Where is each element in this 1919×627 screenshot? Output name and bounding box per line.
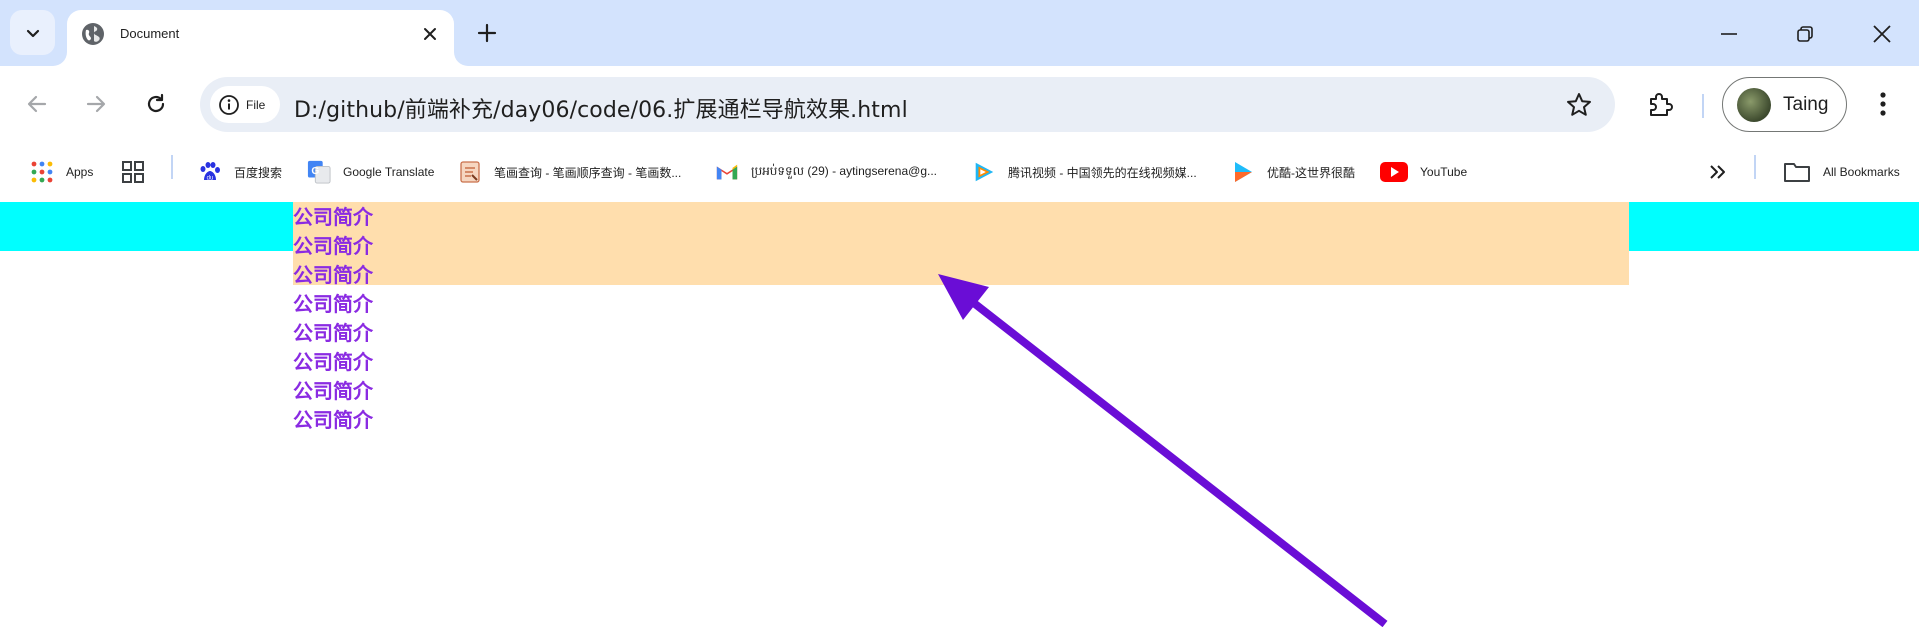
site-info-chip[interactable]: File bbox=[210, 86, 280, 123]
bookmark-google-translate[interactable]: G Google Translate bbox=[307, 156, 434, 188]
globe-icon bbox=[82, 23, 104, 45]
extensions-button[interactable] bbox=[1640, 84, 1680, 124]
back-arrow-icon bbox=[27, 95, 47, 113]
bookmark-star-icon[interactable] bbox=[1565, 91, 1593, 119]
svg-text:du: du bbox=[207, 176, 214, 182]
svg-text:G: G bbox=[311, 166, 319, 177]
reload-button[interactable] bbox=[136, 84, 176, 124]
tab-groups-icon bbox=[121, 160, 145, 184]
close-window-icon bbox=[1873, 25, 1891, 43]
double-chevron-right-icon bbox=[1706, 160, 1730, 184]
tab-strip: Document bbox=[0, 0, 1919, 66]
google-translate-icon: G bbox=[307, 160, 331, 184]
apps-grid-icon bbox=[30, 160, 54, 184]
annotation-arrow-shaft bbox=[967, 296, 1388, 627]
bookmark-label: 百度搜索 bbox=[234, 165, 283, 180]
url-text[interactable]: D:/github/前端补充/day06/code/06.扩展通栏导航效果.ht… bbox=[294, 92, 908, 124]
bookmark-label: All Bookmarks bbox=[1823, 165, 1900, 179]
forward-arrow-icon bbox=[86, 95, 106, 113]
kebab-menu-icon bbox=[1880, 92, 1886, 116]
address-bar[interactable]: File D:/github/前端补充/day06/code/06.扩展通栏导航… bbox=[200, 77, 1615, 132]
forward-button[interactable] bbox=[76, 84, 116, 124]
bookmark-label: 优酷-这世界很酷 bbox=[1267, 165, 1355, 180]
bookmark-stroke-order[interactable]: 笔画查询 - 笔画顺序查询 - 笔画数... bbox=[458, 156, 681, 188]
toolbar: File D:/github/前端补充/day06/code/06.扩展通栏导航… bbox=[0, 66, 1919, 144]
bookmark-youku[interactable]: 优酷-这世界很酷 bbox=[1231, 156, 1355, 188]
bookmark-youtube[interactable]: YouTube bbox=[1380, 156, 1467, 188]
bookmark-label: 笔画查询 - 笔画顺序查询 - 笔画数... bbox=[494, 165, 682, 180]
puzzle-icon bbox=[1650, 93, 1673, 116]
bookmarks-overflow-button[interactable] bbox=[1706, 156, 1742, 188]
stroke-order-icon bbox=[458, 160, 482, 184]
new-tab-button[interactable] bbox=[470, 16, 504, 50]
gmail-icon bbox=[715, 160, 739, 184]
menu-button[interactable] bbox=[1868, 84, 1898, 124]
bookmarks-divider bbox=[1754, 155, 1756, 179]
close-icon bbox=[424, 28, 436, 40]
bookmarks-divider bbox=[171, 155, 173, 179]
baidu-icon: du bbox=[198, 160, 222, 184]
tab-close-button[interactable] bbox=[418, 22, 442, 46]
restore-button[interactable] bbox=[1785, 14, 1825, 54]
profile-name: Taing bbox=[1783, 93, 1829, 115]
tencent-video-icon bbox=[972, 160, 996, 184]
bookmark-gmail[interactable]: ប្រអប់ទទួល (29) - aytingserena@g... bbox=[715, 156, 937, 188]
minimize-icon bbox=[1721, 33, 1737, 35]
bookmark-label: Apps bbox=[66, 165, 94, 179]
tab-title: Document bbox=[120, 26, 180, 41]
restore-icon bbox=[1797, 26, 1813, 42]
tab-search-button[interactable] bbox=[10, 10, 55, 55]
bookmark-label: 腾讯视频 - 中国领先的在线视频媒... bbox=[1008, 165, 1197, 180]
reload-icon bbox=[147, 93, 165, 113]
toolbar-divider bbox=[1702, 94, 1704, 118]
bookmark-label: YouTube bbox=[1420, 165, 1468, 179]
chevron-down-icon bbox=[26, 29, 39, 37]
bookmark-label: ប្រអប់ទទួល (29) - aytingserena@g... bbox=[751, 164, 937, 178]
tab-document[interactable]: Document bbox=[67, 10, 454, 66]
bookmark-label: Google Translate bbox=[343, 165, 435, 179]
bookmark-baidu[interactable]: du 百度搜索 bbox=[198, 156, 282, 188]
bookmark-apps[interactable]: Apps bbox=[30, 156, 93, 188]
minimize-button[interactable] bbox=[1709, 14, 1749, 54]
back-button[interactable] bbox=[17, 84, 57, 124]
close-window-button[interactable] bbox=[1862, 14, 1902, 54]
page-viewport: 公司简介 公司简介 公司简介 公司简介 公司简介 公司简介 公司简介 公司简介 bbox=[0, 200, 1919, 627]
annotation-arrow bbox=[938, 274, 1388, 627]
site-info-label: File bbox=[246, 97, 266, 112]
bookmark-tab-groups[interactable] bbox=[121, 156, 157, 188]
bookmark-all-bookmarks[interactable]: All Bookmarks bbox=[1783, 156, 1900, 188]
folder-icon bbox=[1783, 160, 1811, 184]
avatar bbox=[1737, 87, 1771, 122]
profile-button[interactable]: Taing bbox=[1722, 77, 1847, 132]
info-icon bbox=[219, 94, 239, 115]
youku-icon bbox=[1231, 160, 1255, 184]
youtube-icon bbox=[1380, 160, 1408, 184]
bookmark-tencent-video[interactable]: 腾讯视频 - 中国领先的在线视频媒... bbox=[972, 156, 1197, 188]
bookmarks-bar: Apps du 百度搜索 G Google Translate 笔画查询 - 笔… bbox=[0, 144, 1919, 200]
plus-icon bbox=[477, 23, 497, 43]
